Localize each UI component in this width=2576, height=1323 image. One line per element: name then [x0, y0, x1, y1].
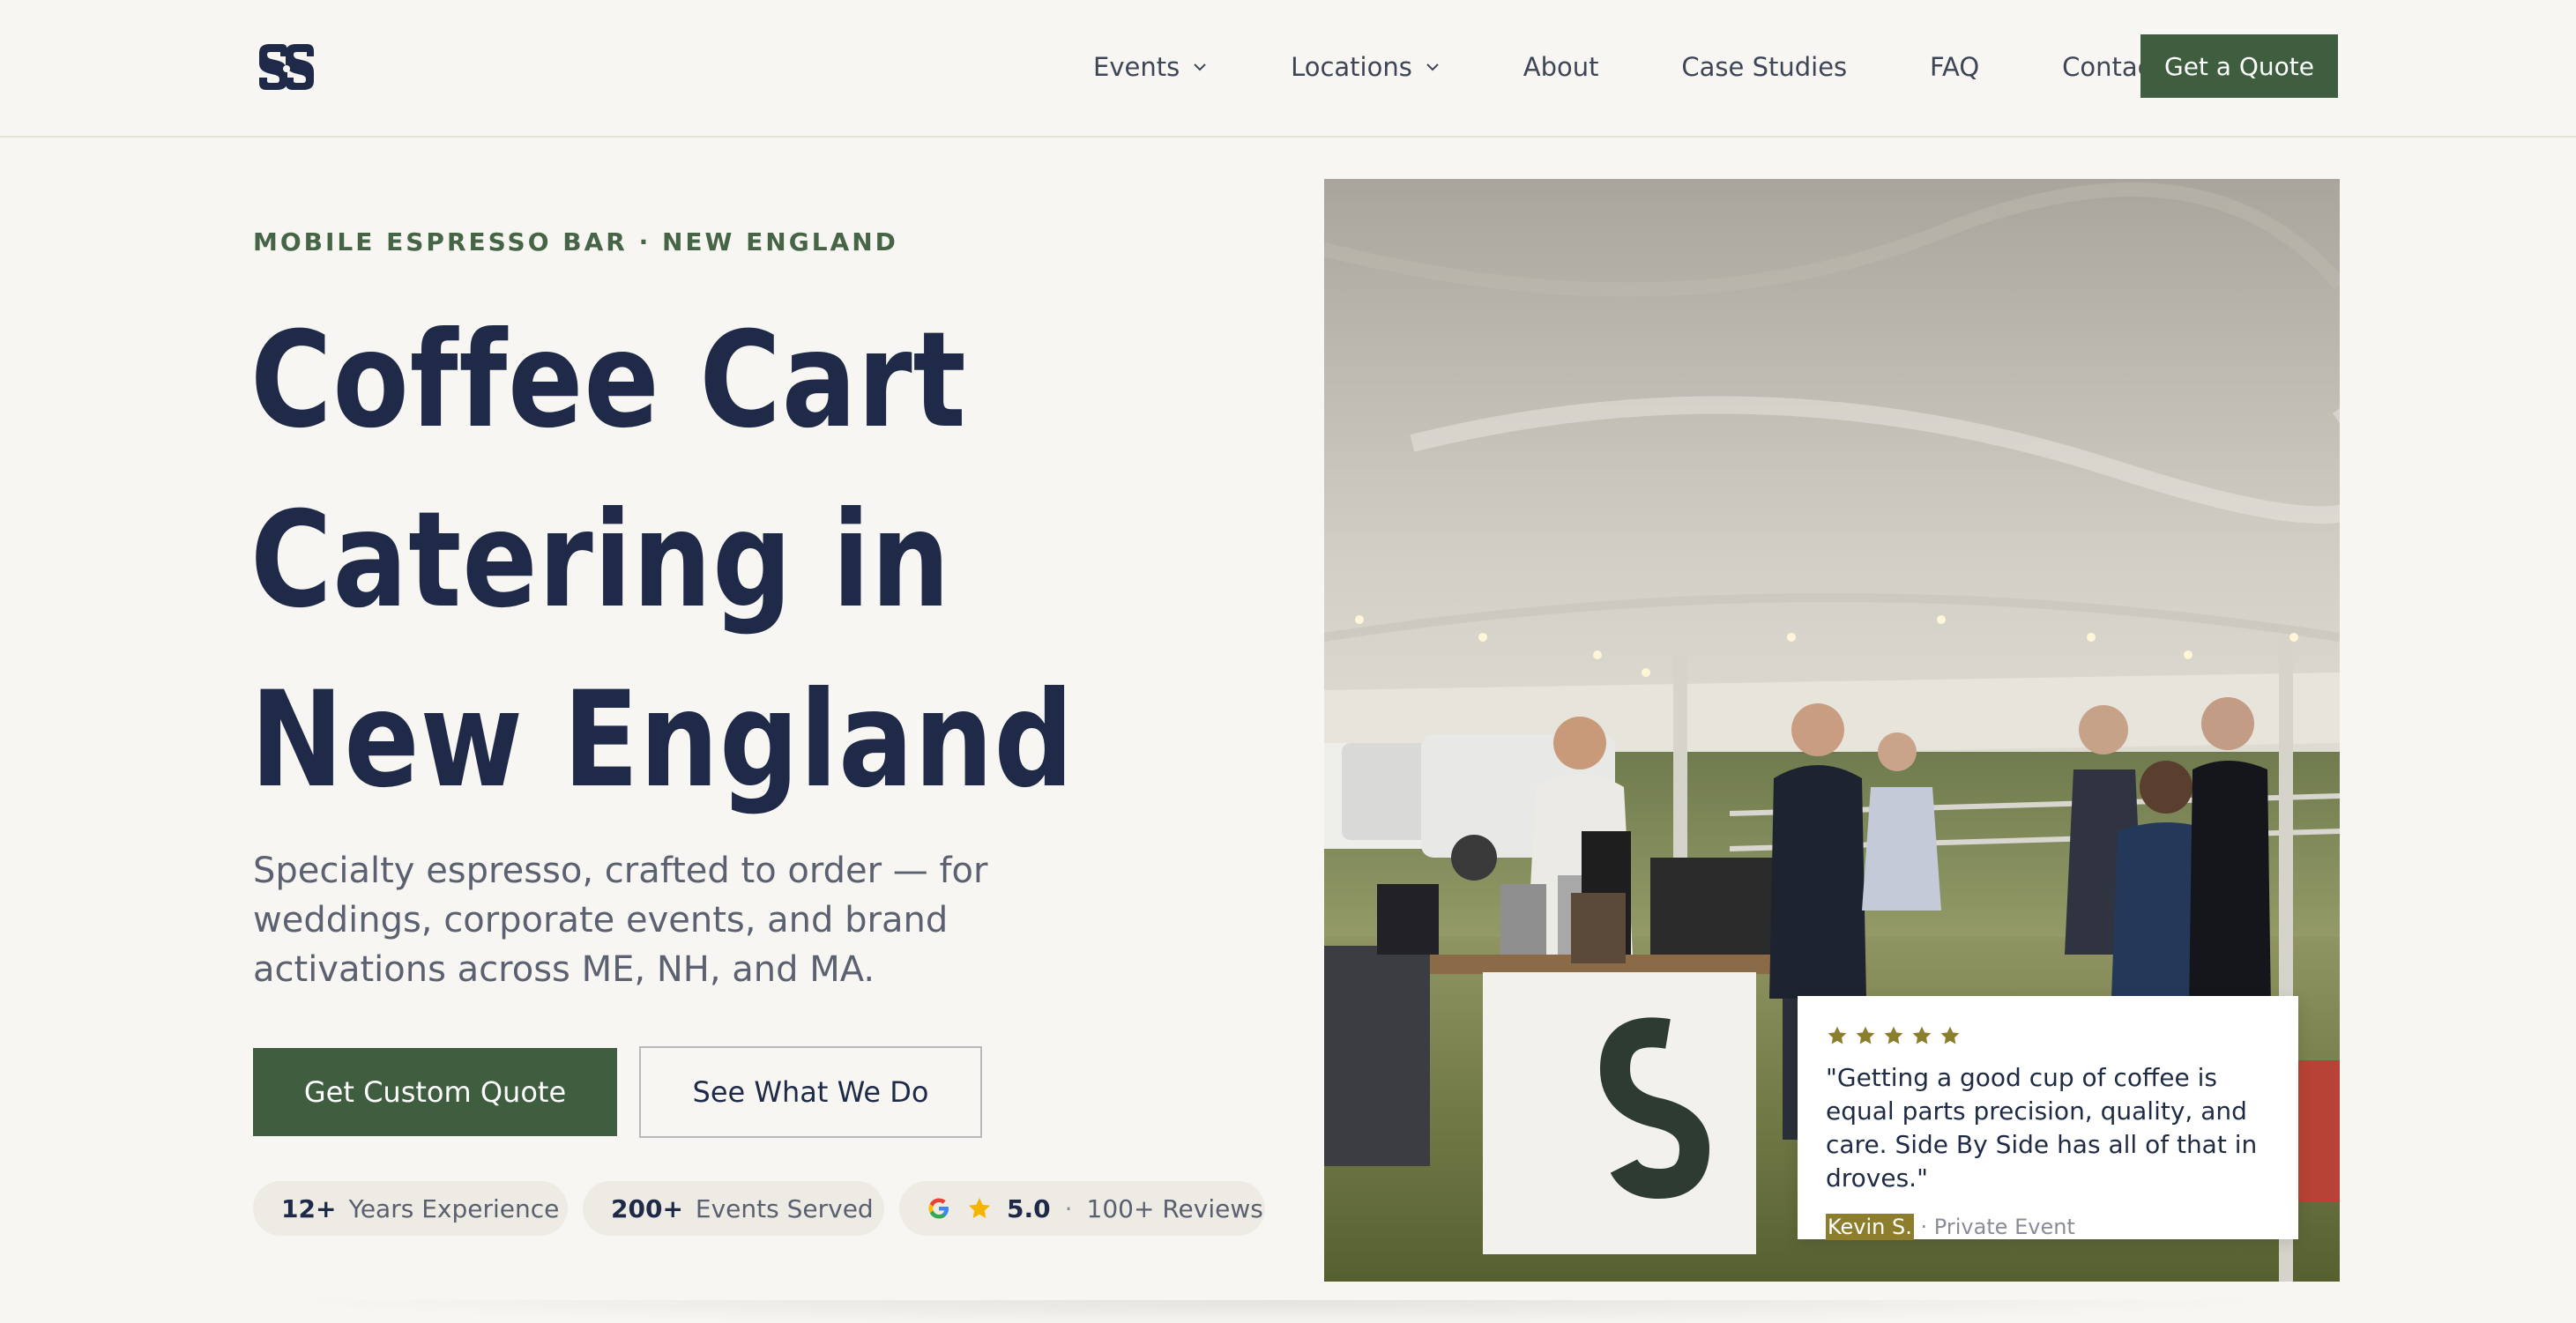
- rating-value: 5.0: [1007, 1193, 1051, 1223]
- stat-value: 12+: [281, 1193, 337, 1223]
- hero-subtitle: Specialty espresso, crafted to order — f…: [253, 851, 988, 990]
- star-icon: [1856, 1026, 1875, 1044]
- review-card: "Getting a good cup of coffee is equal p…: [1798, 996, 2298, 1240]
- nav-item-case-studies[interactable]: Case Studies: [1681, 52, 1847, 82]
- site-header: Events Locations About Case Studies FAQ …: [0, 0, 2576, 138]
- star-icon: [1884, 1026, 1903, 1044]
- star-icon: [969, 1198, 990, 1218]
- star-icon: [1828, 1026, 1847, 1044]
- star-icon: [1940, 1026, 1960, 1044]
- section-shadow: [264, 1300, 2292, 1323]
- stat-badge-events: 200+ Events Served: [583, 1181, 884, 1236]
- star-rating: [1826, 1024, 2270, 1049]
- get-a-quote-button[interactable]: Get a Quote: [2140, 34, 2338, 98]
- reviewer-info: Kevin S. · Private Event: [1826, 1214, 2270, 1240]
- google-icon: [928, 1198, 949, 1219]
- nav-item-label: Case Studies: [1681, 52, 1848, 82]
- nav-item-events[interactable]: Events: [1093, 52, 1208, 82]
- brand-logo-icon[interactable]: [256, 41, 317, 93]
- google-reviews-badge[interactable]: 5.0 · 100+ Reviews: [899, 1181, 1265, 1236]
- stat-label: Years Experience: [348, 1193, 560, 1223]
- main-nav: Events Locations About Case Studies FAQ …: [1093, 0, 2162, 134]
- chevron-down-icon: [1426, 63, 1439, 71]
- review-quote: "Getting a good cup of coffee is equal p…: [1826, 1063, 2258, 1193]
- chevron-down-icon: [1194, 63, 1206, 71]
- reviewer-name: Kevin S.: [1826, 1214, 1914, 1240]
- stat-value: 200+: [611, 1193, 683, 1223]
- reviewer-context: · Private Event: [1913, 1215, 2075, 1239]
- hero-eyebrow: MOBILE ESPRESSO BAR · NEW ENGLAND: [253, 227, 898, 256]
- nav-item-label: Locations: [1291, 52, 1412, 82]
- stat-badge-experience: 12+ Years Experience: [253, 1181, 568, 1236]
- nav-item-label: Events: [1093, 52, 1180, 82]
- separator: ·: [1064, 1193, 1073, 1223]
- get-custom-quote-button[interactable]: Get Custom Quote: [253, 1048, 617, 1136]
- see-what-we-do-button[interactable]: See What We Do: [639, 1046, 982, 1138]
- nav-item-faq[interactable]: FAQ: [1930, 52, 1979, 82]
- nav-item-about[interactable]: About: [1523, 52, 1599, 82]
- nav-item-locations[interactable]: Locations: [1291, 52, 1441, 82]
- review-count: 100+ Reviews: [1086, 1193, 1263, 1223]
- nav-item-label: About: [1523, 52, 1599, 82]
- star-icon: [1912, 1026, 1932, 1044]
- hero-title-line: Coffee Cart: [250, 304, 967, 457]
- hero-title-line: New England: [250, 664, 1075, 817]
- stat-label: Events Served: [695, 1193, 874, 1223]
- hero-title: Coffee Cart Catering in New England: [250, 291, 1139, 830]
- hero-title-line: Catering in: [250, 484, 951, 637]
- nav-item-label: FAQ: [1930, 52, 1980, 82]
